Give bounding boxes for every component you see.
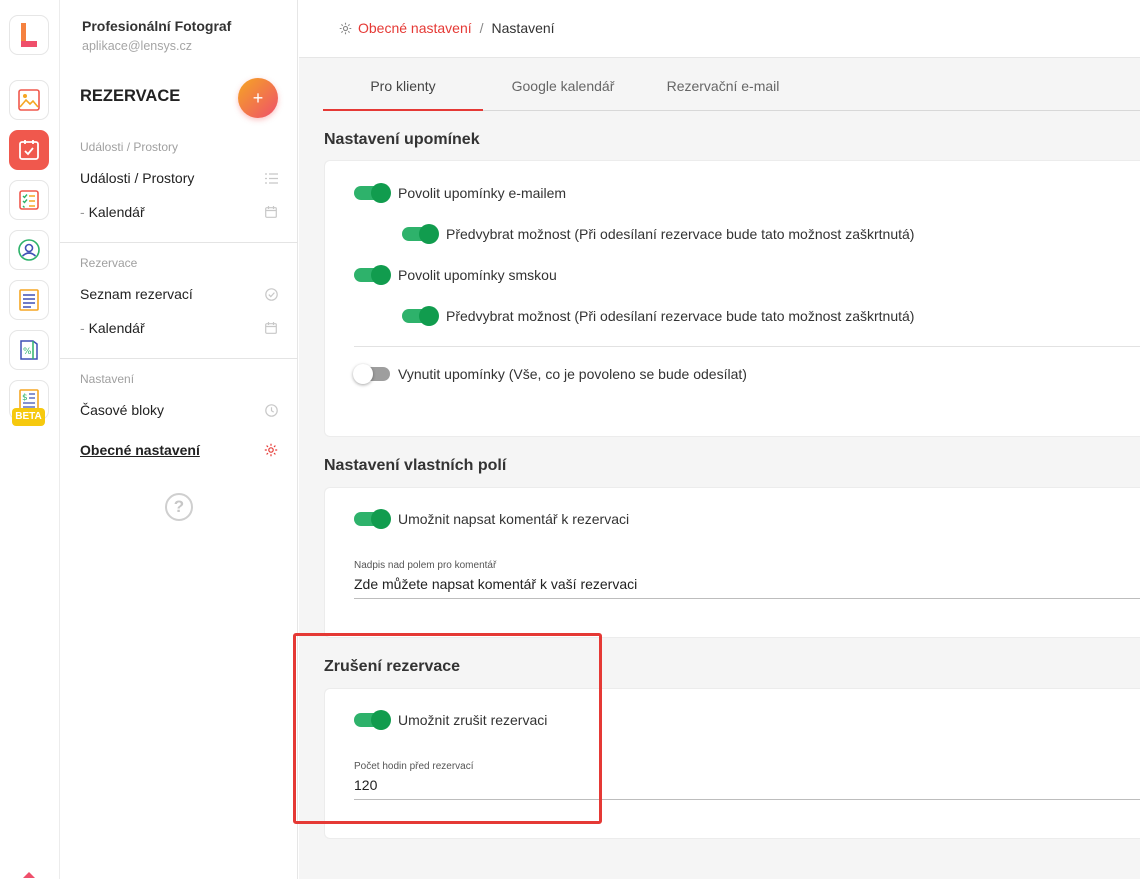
sms-reminder-label: Povolit upomínky smskou xyxy=(398,267,557,283)
section-label-events: Události / Prostory xyxy=(80,140,179,154)
email-preselect-row: Předvybrat možnost (Při odesílaní rezerv… xyxy=(402,224,915,244)
user-profile-icon[interactable] xyxy=(9,230,49,270)
gear-icon xyxy=(339,22,352,34)
tab-reservation-email[interactable]: Rezervační e-mail xyxy=(643,64,803,111)
breadcrumb-current: Nastavení xyxy=(491,20,555,36)
highlight-box xyxy=(293,633,602,824)
breadcrumb-separator: / xyxy=(479,20,484,36)
gear-icon xyxy=(264,443,278,457)
sms-preselect-row: Předvybrat možnost (Při odesílaní rezerv… xyxy=(402,306,915,326)
nav-item-label: Seznam rezervací xyxy=(80,286,193,302)
breadcrumb-link[interactable]: Obecné nastavení xyxy=(358,20,472,36)
list-icon xyxy=(264,171,278,185)
comment-heading-input[interactable]: Zde můžete napsat komentář k vaší rezerv… xyxy=(354,576,1140,599)
app-logo-icon[interactable] xyxy=(9,15,49,55)
nav-title: REZERVACE xyxy=(80,87,181,105)
app-rail: % $ BETA xyxy=(0,0,60,879)
nav-item-general-settings[interactable]: Obecné nastavení xyxy=(80,438,278,462)
email-preselect-label: Předvybrat možnost (Při odesílaní rezerv… xyxy=(446,226,915,242)
nav-item-reservation-calendar[interactable]: Kalendář xyxy=(80,316,278,340)
reminders-card: Povolit upomínky e-mailem Předvybrat mož… xyxy=(324,160,1140,437)
beta-badge: BETA xyxy=(12,408,45,426)
discount-book-icon[interactable]: % xyxy=(9,330,49,370)
tab-google-calendar[interactable]: Google kalendář xyxy=(483,64,643,111)
sms-reminder-row: Povolit upomínky smskou xyxy=(354,265,557,285)
clock-icon xyxy=(264,403,278,417)
nav-item-reservation-list[interactable]: Seznam rezervací xyxy=(80,282,278,306)
force-reminder-toggle[interactable] xyxy=(353,364,390,384)
help-icon[interactable]: ? xyxy=(165,493,193,521)
nav-item-label: Kalendář xyxy=(80,204,145,220)
email-reminder-toggle[interactable] xyxy=(354,183,391,203)
comment-toggle[interactable] xyxy=(354,509,391,529)
top-bar: Obecné nastavení / Nastavení xyxy=(299,0,1140,58)
nav-item-label: Události / Prostory xyxy=(80,170,195,186)
section-label-settings: Nastavení xyxy=(80,372,135,386)
nav-item-label: Časové bloky xyxy=(80,402,165,418)
comment-field-label: Nadpis nad polem pro komentář xyxy=(354,560,497,571)
force-reminder-row: Vynutit upomínky (Vše, co je povoleno se… xyxy=(353,364,747,384)
custom-fields-title: Nastavení vlastních polí xyxy=(324,457,507,474)
company-name: Profesionální Fotograf xyxy=(82,18,232,34)
section-label-reservations: Rezervace xyxy=(80,256,138,270)
email-reminder-label: Povolit upomínky e-mailem xyxy=(398,185,567,201)
nav-item-time-blocks[interactable]: Časové bloky xyxy=(80,398,278,422)
nav-item-events-spaces[interactable]: Události / Prostory xyxy=(80,166,278,190)
comment-toggle-row: Umožnit napsat komentář k rezervaci xyxy=(354,509,630,529)
email-preselect-toggle[interactable] xyxy=(402,224,439,244)
tab-for-clients[interactable]: Pro klienty xyxy=(323,64,483,111)
card-divider xyxy=(354,346,1140,347)
checklist-icon[interactable] xyxy=(9,180,49,220)
breadcrumb: Obecné nastavení / Nastavení xyxy=(339,20,555,36)
add-reservation-button[interactable]: + xyxy=(238,78,278,118)
sms-reminder-toggle[interactable] xyxy=(354,265,391,285)
calendar-icon xyxy=(264,205,278,219)
comment-toggle-label: Umožnit napsat komentář k rezervaci xyxy=(398,511,630,527)
sms-preselect-toggle[interactable] xyxy=(402,306,439,326)
force-reminder-label: Vynutit upomínky (Vše, co je povoleno se… xyxy=(398,366,747,382)
reservation-calendar-icon[interactable] xyxy=(9,130,49,170)
chevron-up-icon[interactable] xyxy=(20,866,38,879)
check-circle-icon xyxy=(264,287,278,301)
reminders-title: Nastavení upomínek xyxy=(324,131,480,148)
tab-bar: Pro klienty Google kalendář Rezervační e… xyxy=(323,64,1140,111)
svg-text:$: $ xyxy=(22,393,28,403)
calendar-icon xyxy=(264,321,278,335)
document-list-icon[interactable] xyxy=(9,280,49,320)
account-email: aplikace@lensys.cz xyxy=(82,39,192,53)
nav-divider xyxy=(60,242,298,243)
nav-item-events-calendar[interactable]: Kalendář xyxy=(80,200,278,224)
svg-text:%: % xyxy=(23,347,32,357)
nav-item-label: Obecné nastavení xyxy=(80,442,200,458)
sms-preselect-label: Předvybrat možnost (Při odesílaní rezerv… xyxy=(446,308,915,324)
nav-item-label: Kalendář xyxy=(80,320,145,336)
gallery-icon[interactable] xyxy=(9,80,49,120)
email-reminder-row: Povolit upomínky e-mailem xyxy=(354,183,567,203)
custom-fields-card: Umožnit napsat komentář k rezervaci Nadp… xyxy=(324,487,1140,638)
nav-panel: Profesionální Fotograf aplikace@lensys.c… xyxy=(60,0,298,879)
nav-divider xyxy=(60,358,298,359)
